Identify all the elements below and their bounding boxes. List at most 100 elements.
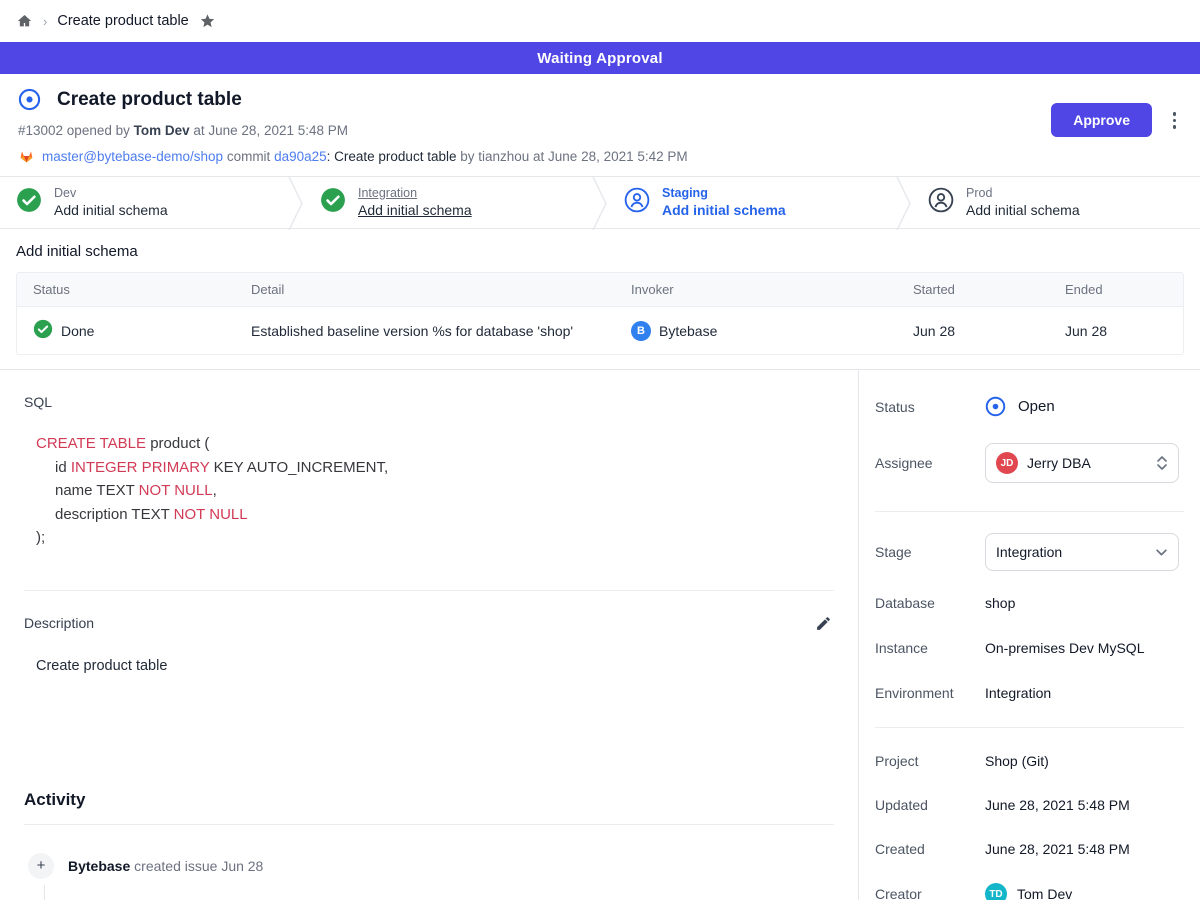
home-icon[interactable]	[16, 13, 33, 29]
task-section: Add initial schema Status Detail Invoker…	[0, 229, 1200, 369]
breadcrumb-chevron-icon: ›	[43, 14, 47, 29]
creator-value: Tom Dev	[1017, 886, 1072, 900]
col-ended: Ended	[1049, 273, 1183, 306]
activity-action: created issue Jun 28	[130, 858, 263, 874]
table-row: Done Established baseline version %s for…	[17, 307, 1183, 354]
commit-hash-link[interactable]: da90a25	[274, 149, 327, 164]
approval-banner: Waiting Approval	[0, 42, 1200, 74]
stage-task-label: Add initial schema	[54, 202, 168, 220]
activity-title: Activity	[24, 790, 834, 810]
issue-open-icon	[18, 88, 41, 111]
issue-meta-suffix: at June 28, 2021 5:48 PM	[190, 123, 348, 138]
check-circle-icon	[16, 187, 42, 218]
approve-button[interactable]: Approve	[1051, 103, 1152, 137]
commit-line: master@bytebase-demo/shop commit da90a25…	[18, 148, 1184, 164]
commit-colon: :	[327, 149, 335, 164]
page: › Create product table Waiting Approval …	[0, 0, 1200, 900]
star-icon[interactable]	[199, 13, 216, 29]
col-detail: Detail	[235, 273, 615, 306]
commit-word: commit	[223, 149, 274, 164]
stage-task-label: Add initial schema	[662, 202, 786, 220]
col-status: Status	[17, 273, 235, 306]
main-panel: SQL CREATE TABLE product (id INTEGER PRI…	[0, 370, 858, 900]
status-label: Status	[875, 399, 985, 415]
stage-prod[interactable]: ProdAdd initial schema	[912, 177, 1200, 228]
updated-label: Updated	[875, 797, 985, 813]
assignee-label: Assignee	[875, 455, 985, 471]
edit-pencil-icon[interactable]	[813, 613, 834, 634]
issue-author: Tom Dev	[134, 123, 190, 138]
timeline-connector	[44, 885, 45, 900]
more-actions-kebab-icon[interactable]	[1171, 110, 1179, 131]
issue-meta-prefix: #13002 opened by	[18, 123, 134, 138]
task-detail: Established baseline version %s for data…	[251, 323, 573, 339]
col-started: Started	[897, 273, 1049, 306]
assignee-select[interactable]: JD Jerry DBA	[985, 443, 1179, 483]
stage-env-label: Integration	[358, 186, 472, 202]
created-value: June 28, 2021 5:48 PM	[985, 841, 1130, 857]
divider	[24, 824, 834, 825]
task-started: Jun 28	[913, 323, 955, 339]
stage-env-label: Staging	[662, 186, 786, 202]
description-label: Description	[24, 615, 94, 631]
stage-separator	[592, 177, 608, 230]
person-circle-icon	[624, 187, 650, 218]
task-section-title: Add initial schema	[16, 243, 1184, 260]
stage-separator	[896, 177, 912, 230]
divider	[875, 511, 1184, 512]
issue-meta: #13002 opened by Tom Dev at June 28, 202…	[18, 123, 1184, 138]
sql-code: CREATE TABLE product (id INTEGER PRIMARY…	[36, 432, 834, 550]
issue-header: Create product table #13002 opened by To…	[0, 74, 1200, 176]
stage-dev[interactable]: DevAdd initial schema	[0, 177, 288, 228]
updated-value: June 28, 2021 5:48 PM	[985, 797, 1130, 813]
list-item: + Bytebase created issue Jun 28	[28, 853, 834, 879]
stage-task-label: Add initial schema	[358, 202, 472, 220]
gitlab-icon	[18, 148, 35, 164]
status-badge: Open	[1018, 398, 1055, 415]
database-label: Database	[875, 595, 985, 611]
check-circle-icon	[33, 319, 53, 342]
stage-select[interactable]: Integration	[985, 533, 1179, 571]
stage-integration[interactable]: IntegrationAdd initial schema	[304, 177, 592, 228]
stage-task-label: Add initial schema	[966, 202, 1080, 220]
stage-label: Stage	[875, 544, 985, 560]
description-text: Create product table	[36, 658, 834, 674]
created-label: Created	[875, 841, 985, 857]
task-status: Done	[61, 323, 94, 339]
task-table: Status Detail Invoker Started Ended Done…	[16, 272, 1184, 355]
avatar: JD	[996, 452, 1018, 474]
stage-staging[interactable]: StagingAdd initial schema	[608, 177, 896, 228]
avatar: TD	[985, 883, 1007, 900]
assignee-value: Jerry DBA	[1027, 455, 1147, 471]
creator-label: Creator	[875, 886, 985, 900]
page-title: Create product table	[57, 89, 242, 111]
updown-chevron-icon	[1156, 455, 1168, 471]
approval-banner-text: Waiting Approval	[537, 50, 662, 67]
instance-label: Instance	[875, 640, 985, 656]
divider	[24, 590, 834, 591]
environment-label: Environment	[875, 685, 985, 701]
col-invoker: Invoker	[615, 273, 897, 306]
database-value: shop	[985, 595, 1015, 611]
chevron-down-icon	[1155, 546, 1168, 559]
commit-message: Create product table	[334, 149, 456, 164]
breadcrumb-title: Create product table	[57, 13, 188, 29]
commit-tail: by tianzhou at June 28, 2021 5:42 PM	[456, 149, 687, 164]
check-circle-icon	[320, 187, 346, 218]
bytebase-avatar: B	[631, 321, 651, 341]
project-label: Project	[875, 753, 985, 769]
stage-value: Integration	[996, 544, 1146, 560]
divider	[875, 727, 1184, 728]
instance-value: On-premises Dev MySQL	[985, 640, 1144, 656]
project-value: Shop (Git)	[985, 753, 1049, 769]
person-circle-icon	[928, 187, 954, 218]
content: SQL CREATE TABLE product (id INTEGER PRI…	[0, 369, 1200, 900]
stage-env-label: Prod	[966, 186, 1080, 202]
activity-actor: Bytebase	[68, 858, 130, 874]
breadcrumb: › Create product table	[0, 0, 1200, 42]
stage-separator	[288, 177, 304, 230]
status-open-icon	[985, 396, 1006, 417]
environment-value: Integration	[985, 685, 1051, 701]
repo-link[interactable]: master@bytebase-demo/shop	[42, 149, 223, 164]
plus-icon: +	[28, 853, 54, 879]
